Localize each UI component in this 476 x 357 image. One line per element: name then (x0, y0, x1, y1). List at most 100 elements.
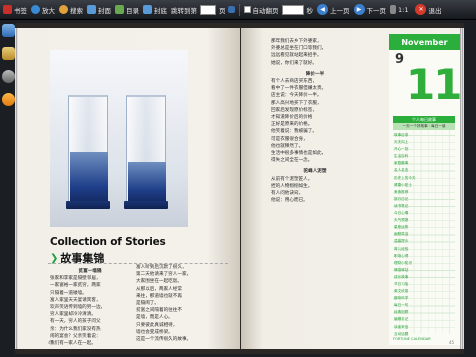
column-body: 有个人去商店买东西， 看中了一件衣服但嫌太贵。 店主说：今天降价一半。 那人高兴地买下… (271, 78, 359, 164)
glass-image (124, 95, 168, 213)
calendar-band: 个人每日故事 (393, 116, 455, 123)
toc-label: 目录 (126, 6, 139, 15)
column-body: 从前有个泥塑匠人， 捏的人物栩栩如生。 有人问他诀窍， 他说：用心而已。 (271, 176, 359, 205)
text-line: 回家后发现原价标签， (271, 107, 317, 113)
text-line: 他说：用心而已。 (271, 198, 308, 204)
text-line: 有个人去商店买东西， (271, 79, 317, 85)
calendar-small-day: 9 (395, 52, 405, 67)
text-line: 亲：为什么我们家没有热 (50, 326, 101, 332)
zoom-in-label: 放大 (42, 6, 55, 15)
side-dock (2, 24, 16, 116)
cover-icon (87, 5, 96, 14)
text-line: 温馨提示 (394, 239, 409, 244)
search-icon (59, 5, 68, 14)
left-page[interactable]: Collection of Stories ❯ 故事集锦 贫富一墙隔 张家和李家… (18, 28, 240, 349)
text-line: 张家和李家是隔壁邻居， (50, 276, 101, 282)
calendar-footer: FORTUNE CALENDAR (393, 337, 431, 341)
arrow-left-icon: ◀ (317, 4, 328, 15)
toc-button[interactable]: 目录 (113, 2, 141, 17)
text-line: 旅行日记 (394, 196, 409, 201)
book-spread: Collection of Stories ❯ 故事集锦 贫富一墙隔 张家和李家… (15, 23, 464, 354)
back-cover-icon (143, 5, 152, 14)
text-line: 天气预报 (394, 218, 409, 223)
text-line: 今日心情 (394, 211, 409, 216)
page-number-left: 44 (48, 340, 54, 345)
search-label: 搜索 (70, 6, 83, 15)
gallery-icon[interactable] (2, 47, 15, 60)
go-arrow-icon[interactable] (227, 6, 235, 13)
text-line: 是墙，而是人心。 (136, 315, 173, 321)
goto-page-input[interactable] (200, 4, 216, 15)
next-page-button[interactable]: ▶ 下一页 (352, 2, 389, 17)
actual-size-button[interactable]: 1:1 (388, 2, 410, 17)
page-edge-right (460, 28, 464, 349)
goto-suffix-label: 页 (219, 6, 226, 15)
info-icon[interactable] (2, 93, 15, 106)
autoflip-seconds-input[interactable] (281, 4, 304, 15)
zoom-in-button[interactable]: 放大 (29, 2, 57, 17)
text-line: 每日一句 (394, 303, 409, 308)
text-line: 看中了一件衣服但嫌太贵。 (271, 86, 327, 92)
back-cover-button[interactable]: 封底 (141, 2, 169, 17)
exit-label: 退出 (428, 6, 442, 15)
thumbnail-icon[interactable] (2, 24, 15, 37)
text-line: 经典回顾 (394, 310, 409, 315)
arrow-mark-icon: ❯ (50, 252, 59, 264)
text-column-1: 贫富一墙隔 张家和李家是隔壁邻居， 一家富裕一家贫穷，两家 只隔着一道矮墙。 富人家里… (50, 268, 130, 346)
search-button[interactable]: 搜索 (57, 2, 85, 17)
text-line: 情感驿站 (394, 267, 409, 272)
text-line: 他笑着说：我被骗了。 (271, 129, 317, 135)
prev-page-button[interactable]: ◀ 上一页 (315, 2, 352, 17)
column-body: 富人听到后沉默了很久， 第二天他请来了穷人一家， 大家围坐在一起吃饭。 从那以后，两家… (136, 264, 220, 343)
text-line: 是隔阂了。 (136, 301, 159, 307)
text-line: 开心一刻 (394, 147, 409, 152)
column-heading: 贫富一墙隔 (78, 269, 102, 274)
text-line: 节日习俗 (394, 281, 409, 286)
text-line: 趣味科学 (394, 296, 409, 301)
text-line: 理财小知识 (394, 260, 412, 265)
right-page[interactable]: 那年我们去乡下外婆家， 外婆总是坐在门口等我们， 远远看见就站起来招手。 她说，你们来… (241, 28, 460, 349)
column-heading: 降价一半 (305, 71, 325, 77)
text-line: 美食推荐 (394, 189, 409, 194)
arrow-right-icon: ▶ (353, 4, 365, 15)
text-line: 育儿经验 (394, 246, 409, 251)
text-line: 有一天，穷人的孩子问父 (50, 319, 101, 325)
text-line: 生活百科 (394, 154, 409, 159)
exit-icon: ✕ (415, 4, 427, 15)
reader-toolbar: 书签 放大 搜索 封面 目录 封底 跳转到第 页 自动翻页 秒 ◀ 上一页 ▶ … (0, 0, 476, 20)
calendar-subband: 一天一个好故事 · 每日一读 (393, 123, 455, 130)
text-line: 一家富裕一家贫穷，两家 (50, 283, 101, 289)
text-line: 星座运势 (394, 225, 409, 230)
text-line: 家庭趣事 (394, 161, 409, 166)
toolbar-divider (238, 3, 240, 16)
text-line: 外婆总是坐在门口等我们， (271, 46, 327, 52)
text-line: 来往，那道墙也就不再 (136, 293, 182, 299)
music-icon[interactable] (2, 70, 15, 83)
text-line: 我们有一家人在一起。 (50, 341, 96, 346)
cover-label: 封面 (98, 6, 111, 15)
calendar-sidebar: November 9 11 个人每日故事 一天一个好故事 · 每日一读 故事目录… (389, 34, 460, 345)
text-line: 编辑手记 (394, 317, 409, 322)
column-heading: 驼峰人泥塑 (303, 169, 327, 175)
text-line: 富人听到后沉默了很久， (136, 265, 187, 270)
text-line: 从前有个泥塑匠人， (271, 176, 313, 182)
text-line: 成长故事 (394, 274, 409, 279)
text-line: 这是一个流传很久的故事。 (136, 337, 192, 343)
text-column-2: 富人听到后沉默了很久， 第二天他请来了穷人一家， 大家围坐在一起吃饭。 从那以后，两家… (136, 264, 220, 346)
text-line: 第二天他请来了穷人一家， (136, 272, 192, 278)
autoflip-checkbox[interactable] (243, 6, 251, 13)
autoflip-label: 自动翻页 (252, 6, 279, 15)
bookmark-button[interactable]: 书签 (1, 2, 29, 17)
cover-button[interactable]: 封面 (85, 2, 113, 17)
list-icon (115, 5, 124, 14)
text-line: 她说，你们来了就好。 (271, 60, 317, 66)
exit-button[interactable]: ✕ 退出 (413, 2, 443, 17)
text-line: 墙也会变成桥梁。 (136, 329, 173, 335)
text-line: 那年我们去乡下外婆家， (271, 39, 322, 44)
text-line: 职场心得 (394, 253, 409, 258)
text-line: 有人问他诀窍， (271, 191, 304, 197)
text-line: 健康小贴士 (394, 182, 412, 187)
next-page-label: 下一页 (366, 6, 387, 15)
goto-prefix-label: 跳转到第 (171, 6, 197, 15)
text-line: 故事目录 (394, 133, 409, 137)
